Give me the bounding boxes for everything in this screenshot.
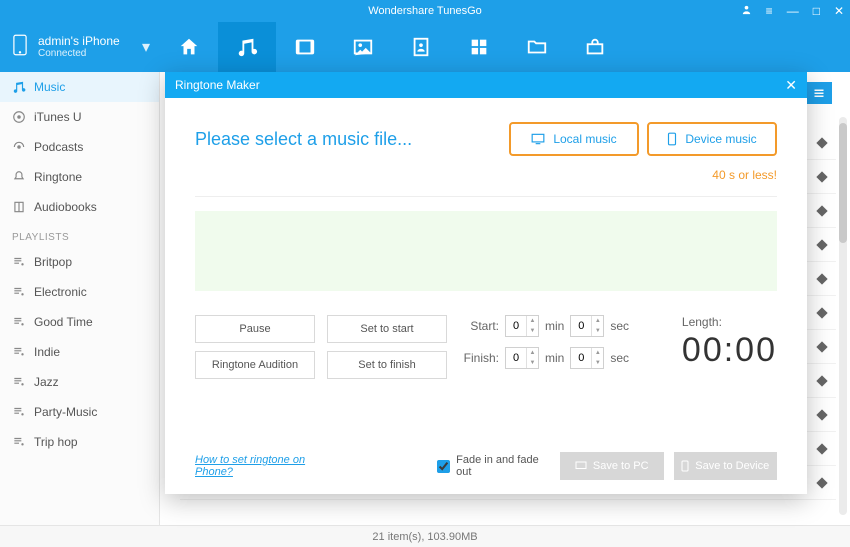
sidebar-item-music[interactable]: Music — [0, 72, 159, 102]
sidebar-item-ringtone[interactable]: Ringtone — [0, 162, 159, 192]
sidebar-playlist[interactable]: Good Time — [0, 307, 159, 337]
sidebar-label: Audiobooks — [34, 200, 97, 214]
start-sec-input[interactable] — [571, 316, 591, 336]
local-music-button[interactable]: Local music — [509, 122, 639, 156]
start-min-input[interactable] — [506, 316, 526, 336]
sec-unit: sec — [610, 319, 629, 333]
nav-home[interactable] — [160, 22, 218, 72]
menu-icon[interactable]: ≡ — [766, 4, 773, 18]
chevron-down-icon: ▾ — [142, 37, 150, 57]
up-icon[interactable]: ▲ — [527, 316, 538, 326]
ringtone-maker-modal: Ringtone Maker ✕ Please select a music f… — [165, 72, 807, 494]
sidebar-label: Good Time — [34, 315, 93, 329]
status-text: 21 item(s), 103.90MB — [372, 531, 477, 543]
length-value: 00:00 — [682, 331, 777, 370]
down-icon[interactable]: ▼ — [592, 326, 603, 336]
sidebar-label: Party-Music — [34, 405, 97, 419]
save-to-pc-button[interactable]: Save to PC — [560, 452, 664, 480]
playlists-header: PLAYLISTS — [0, 222, 159, 247]
set-start-button[interactable]: Set to start — [327, 315, 447, 343]
scrollbar[interactable] — [839, 117, 847, 515]
sidebar-label: Trip hop — [34, 435, 78, 449]
modal-title: Ringtone Maker — [175, 78, 260, 92]
save-to-device-button[interactable]: Save to Device — [674, 452, 778, 480]
nav-music[interactable] — [218, 22, 276, 72]
sidebar-playlist[interactable]: Indie — [0, 337, 159, 367]
min-unit: min — [545, 319, 564, 333]
sidebar-playlist[interactable]: Electronic — [0, 277, 159, 307]
start-label: Start: — [459, 319, 499, 333]
button-label: Save to PC — [593, 460, 649, 472]
sidebar-item-itunesu[interactable]: iTunes U — [0, 102, 159, 132]
length-label: Length: — [682, 315, 777, 329]
sidebar-label: iTunes U — [34, 110, 82, 124]
button-label: Local music — [553, 132, 616, 146]
phone-icon — [12, 34, 28, 61]
modal-close-icon[interactable]: ✕ — [785, 77, 797, 94]
user-icon[interactable] — [741, 4, 752, 18]
sidebar-label: Jazz — [34, 375, 59, 389]
device-status: Connected — [38, 48, 120, 59]
device-music-button[interactable]: Device music — [647, 122, 777, 156]
maximize-icon[interactable]: □ — [813, 4, 820, 18]
sidebar-label: Electronic — [34, 285, 87, 299]
sidebar-item-podcasts[interactable]: Podcasts — [0, 132, 159, 162]
finish-sec-input[interactable] — [571, 348, 591, 368]
sidebar-label: Britpop — [34, 255, 72, 269]
nav-video[interactable] — [276, 22, 334, 72]
sidebar-label: Podcasts — [34, 140, 83, 154]
minimize-icon[interactable]: — — [787, 4, 799, 18]
sec-unit: sec — [610, 351, 629, 365]
pause-button[interactable]: Pause — [195, 315, 315, 343]
fade-label: Fade in and fade out — [456, 454, 550, 478]
nav-contacts[interactable] — [392, 22, 450, 72]
app-title: Wondershare TunesGo — [368, 5, 482, 17]
sidebar-label: Ringtone — [34, 170, 82, 184]
sidebar-playlist[interactable]: Trip hop — [0, 427, 159, 457]
audition-button[interactable]: Ringtone Audition — [195, 351, 315, 379]
down-icon[interactable]: ▼ — [527, 326, 538, 336]
button-label: Save to Device — [695, 460, 769, 472]
min-unit: min — [545, 351, 564, 365]
waveform-area — [195, 211, 777, 291]
nav-files[interactable] — [508, 22, 566, 72]
nav-photo[interactable] — [334, 22, 392, 72]
fade-checkbox[interactable]: Fade in and fade out — [437, 454, 550, 478]
set-finish-button[interactable]: Set to finish — [327, 351, 447, 379]
howto-link[interactable]: How to set ringtone on Phone? — [195, 454, 337, 478]
select-prompt: Please select a music file... — [195, 129, 412, 150]
sidebar-label: Indie — [34, 345, 60, 359]
up-icon[interactable]: ▲ — [592, 316, 603, 326]
finish-label: Finish: — [459, 351, 499, 365]
device-selector[interactable]: admin's iPhone Connected ▾ — [0, 34, 160, 61]
down-icon[interactable]: ▼ — [527, 358, 538, 368]
sidebar: Music iTunes U Podcasts Ringtone Audiobo… — [0, 72, 160, 525]
sidebar-label: Music — [34, 80, 65, 94]
device-name: admin's iPhone — [38, 35, 120, 48]
finish-min-input[interactable] — [506, 348, 526, 368]
down-icon[interactable]: ▼ — [592, 358, 603, 368]
button-label: Device music — [685, 132, 756, 146]
close-icon[interactable]: ✕ — [834, 4, 844, 18]
sidebar-item-audiobooks[interactable]: Audiobooks — [0, 192, 159, 222]
nav-toolbox[interactable] — [566, 22, 624, 72]
sidebar-playlist[interactable]: Jazz — [0, 367, 159, 397]
sidebar-playlist[interactable]: Party-Music — [0, 397, 159, 427]
sidebar-playlist[interactable]: Britpop — [0, 247, 159, 277]
up-icon[interactable]: ▲ — [527, 348, 538, 358]
duration-limit: 40 s or less! — [195, 168, 777, 197]
nav-apps[interactable] — [450, 22, 508, 72]
up-icon[interactable]: ▲ — [592, 348, 603, 358]
view-list-button[interactable] — [806, 82, 832, 104]
